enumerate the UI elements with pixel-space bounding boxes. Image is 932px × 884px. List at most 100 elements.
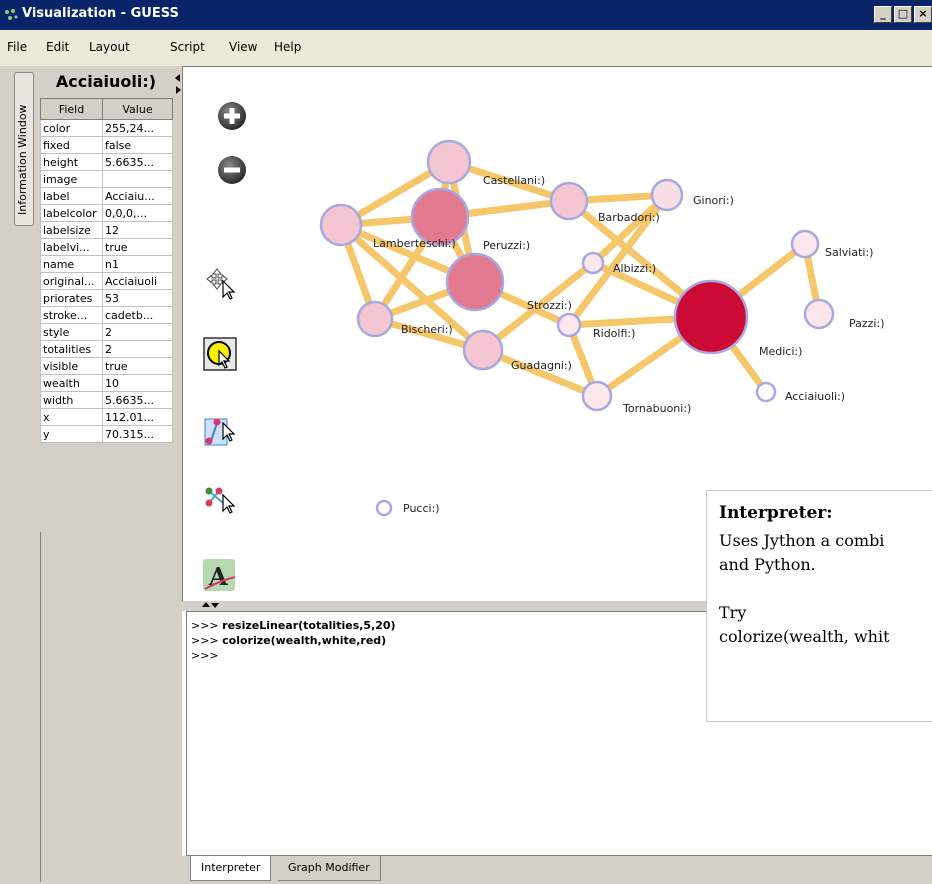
table-row[interactable]: name n1 [40,255,173,273]
console-prompt: >>> [191,634,219,647]
field-value-cell[interactable]: false [102,136,173,154]
table-row[interactable]: fixed false [40,136,173,154]
field-name-cell: width [40,391,103,409]
node-label-strozzi: Strozzi:) [527,299,572,312]
table-row[interactable]: labelsize 12 [40,221,173,239]
graph-node-barbadori[interactable] [549,181,589,221]
tab-interpreter[interactable]: Interpreter [190,856,272,881]
graph-node-bischeri[interactable] [356,300,394,338]
graph-node-strozzi[interactable] [445,252,505,312]
minimize-button[interactable]: _ [874,6,892,23]
menu-script[interactable]: Script [170,40,205,54]
table-row[interactable]: labelvi... true [40,238,173,256]
menu-view[interactable]: View [229,40,257,54]
info-panel-title: Acciaiuoli:) [55,72,157,91]
graph-node-salviati[interactable] [790,229,820,259]
field-value-cell[interactable]: Acciaiuoli [102,272,173,290]
console-command: resizeLinear(totalities,5,20) [222,619,396,632]
graph-node-pucci[interactable] [375,499,393,517]
title-bar: Visualization - GUESS _ □ × [0,0,932,30]
bottom-tab-bar: Interpreter Graph Modifier [182,856,932,884]
field-name-cell: image [40,170,103,188]
table-row[interactable]: stroke... cadetb... [40,306,173,324]
field-name-cell: height [40,153,103,171]
table-row[interactable]: label Acciaiu... [40,187,173,205]
field-value-cell[interactable]: cadetb... [102,306,173,324]
fields-table: Field Value color 255,24... fixed false heig… [40,98,173,443]
collapse-up-icon[interactable] [202,602,210,607]
field-name-cell: labelcolor [40,204,103,222]
field-value-cell[interactable]: true [102,238,173,256]
field-value-cell[interactable]: 255,24... [102,119,173,137]
information-panel: Acciaiuoli:) Field Value color 255,24... f… [38,66,175,884]
graph-node-albizzi[interactable] [581,251,605,275]
table-row[interactable]: y 70.315... [40,425,173,443]
field-value-cell[interactable]: 0,0,0,... [102,204,173,222]
collapse-left-icon[interactable] [175,74,180,82]
graph-node-ridolfi[interactable] [556,312,582,338]
node-label-castellani: Castellani:) [483,174,545,187]
field-value-cell[interactable]: 5.6635... [102,153,173,171]
graph-node-medici[interactable] [673,279,749,355]
maximize-button[interactable]: □ [894,6,912,23]
field-name-cell: original... [40,272,103,290]
expand-down-icon[interactable] [211,603,219,608]
column-header-field[interactable]: Field [40,98,103,120]
field-value-cell[interactable]: 5.6635... [102,391,173,409]
field-value-cell[interactable]: 12 [102,221,173,239]
expand-right-icon[interactable] [176,86,181,94]
graph-node-tornabuoni[interactable] [581,380,613,412]
menu-edit[interactable]: Edit [46,40,69,54]
table-row[interactable]: width 5.6635... [40,391,173,409]
table-row[interactable]: x 112.01... [40,408,173,426]
table-row[interactable]: priorates 53 [40,289,173,307]
menu-file[interactable]: File [7,40,27,54]
node-label-tornabuoni: Tornabuoni:) [622,402,691,415]
table-row[interactable]: original... Acciaiuoli [40,272,173,290]
field-value-cell[interactable]: true [102,357,173,375]
table-row[interactable]: style 2 [40,323,173,341]
information-window-tab[interactable]: Information Window [14,72,34,226]
close-button[interactable]: × [914,6,932,23]
field-name-cell: wealth [40,374,103,392]
field-name-cell: label [40,187,103,205]
callout-line: Uses Jython a combi [719,531,885,550]
field-name-cell: totalities [40,340,103,358]
field-value-cell[interactable] [102,170,173,188]
graph-node-castellani[interactable] [426,139,472,185]
node-label-peruzzi: Peruzzi:) [483,239,530,252]
field-value-cell[interactable]: n1 [102,255,173,273]
field-value-cell[interactable]: 2 [102,323,173,341]
node-label-pucci: Pucci:) [403,502,440,515]
graph-node-lamberteschi[interactable] [319,203,363,247]
field-value-cell[interactable]: 70.315... [102,425,173,443]
field-value-cell[interactable]: Acciaiu... [102,187,173,205]
field-value-cell[interactable]: 53 [102,289,173,307]
table-row[interactable]: labelcolor 0,0,0,... [40,204,173,222]
field-name-cell: labelvi... [40,238,103,256]
graph-node-ginori[interactable] [650,178,684,212]
graph-node-guadagni[interactable] [462,329,504,371]
table-row[interactable]: wealth 10 [40,374,173,392]
tab-graph-modifier[interactable]: Graph Modifier [278,856,381,881]
menu-layout[interactable]: Layout [89,40,130,54]
column-header-value[interactable]: Value [102,98,173,120]
field-value-cell[interactable]: 10 [102,374,173,392]
field-name-cell: stroke... [40,306,103,324]
graph-node-acciaiuoli[interactable] [755,381,777,403]
field-name-cell: fixed [40,136,103,154]
table-row[interactable]: visible true [40,357,173,375]
node-label-guadagni: Guadagni:) [511,359,572,372]
menu-help[interactable]: Help [274,40,301,54]
table-row[interactable]: color 255,24... [40,119,173,137]
field-value-cell[interactable]: 2 [102,340,173,358]
table-row[interactable]: image [40,170,173,188]
table-row[interactable]: height 5.6635... [40,153,173,171]
field-value-cell[interactable]: 112.01... [102,408,173,426]
field-name-cell: style [40,323,103,341]
vertical-splitter[interactable] [174,66,182,884]
field-name-cell: color [40,119,103,137]
graph-node-pazzi[interactable] [803,298,835,330]
table-row[interactable]: totalities 2 [40,340,173,358]
console-command: colorize(wealth,white,red) [222,634,387,647]
